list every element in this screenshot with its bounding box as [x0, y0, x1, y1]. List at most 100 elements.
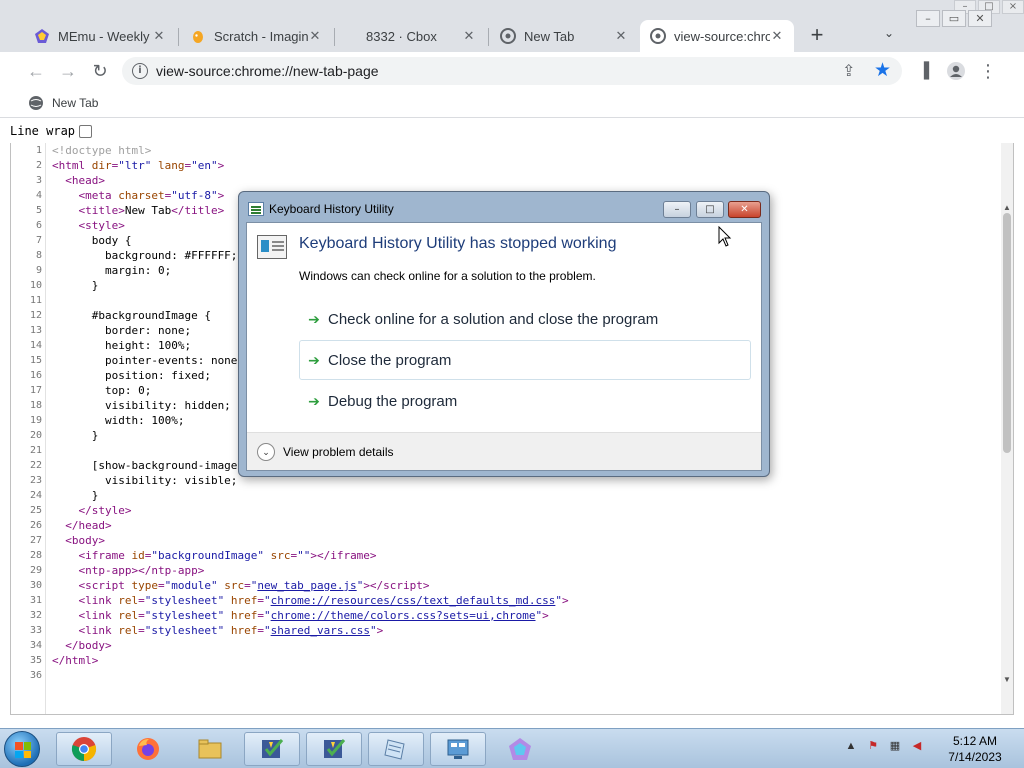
taskbar-notepad[interactable]: [368, 732, 424, 766]
scroll-down-icon[interactable]: ▼: [1003, 675, 1011, 684]
minimize-button[interactable]: –: [916, 10, 940, 27]
source-link[interactable]: shared_vars.css: [271, 624, 370, 637]
line-number: 36: [29, 670, 42, 681]
taskbar-memu[interactable]: [492, 732, 548, 766]
memu-icon: [509, 738, 531, 760]
close-tab-icon[interactable]: ✕: [614, 28, 628, 44]
line-number: 25: [29, 505, 42, 516]
code-line: </head>: [65, 519, 112, 532]
profile-avatar-icon[interactable]: [946, 61, 966, 81]
share-icon[interactable]: ⇪: [842, 61, 855, 81]
source-link[interactable]: new_tab_page.js: [257, 579, 356, 592]
tab-separator: [488, 28, 489, 46]
line-number: 23: [29, 475, 42, 486]
source-link[interactable]: chrome://theme/colors.css?sets=ui,chrome: [271, 609, 536, 622]
line-number: 15: [29, 355, 42, 366]
line-number: 22: [29, 460, 42, 471]
back-arrow-icon[interactable]: ←: [26, 61, 46, 81]
line-number: 29: [29, 565, 42, 576]
line-number: 12: [29, 310, 42, 321]
expand-chevron-icon[interactable]: ⌄: [257, 442, 275, 461]
code-line: <body>: [65, 534, 105, 547]
close-tab-icon[interactable]: ✕: [308, 28, 322, 44]
taskbar-control-panel[interactable]: [430, 732, 486, 766]
tab-new-tab[interactable]: New Tab ✕: [490, 20, 638, 52]
line-number: 8: [35, 250, 42, 261]
close-window-button[interactable]: ✕: [968, 10, 992, 27]
site-info-icon[interactable]: i: [132, 63, 148, 79]
bookmark-star-icon[interactable]: ★: [874, 59, 891, 82]
line-number: 5: [35, 205, 42, 216]
window-controls: – ▭ ✕: [916, 10, 992, 27]
taskbar-firefox[interactable]: [120, 732, 176, 766]
line-number: 1: [35, 145, 42, 156]
tab-view-source[interactable]: view-source:chrome ✕: [640, 20, 794, 52]
tab-cbox[interactable]: 8332 · Cbox ✕: [336, 20, 486, 52]
line-number: 9: [35, 265, 42, 276]
reload-icon[interactable]: ↻: [90, 61, 110, 81]
code-line: <head>: [65, 174, 105, 187]
close-program-option[interactable]: ➔ Close the program: [299, 340, 751, 380]
source-link[interactable]: chrome://resources/css/text_defaults_md.…: [271, 594, 556, 607]
windows-logo-icon: [15, 742, 31, 758]
network-icon[interactable]: ▦: [888, 739, 902, 753]
code-line: <!doctype html>: [52, 144, 152, 157]
line-number: 6: [35, 220, 42, 231]
code-line: <script type="module" src="new_tab_page.…: [78, 579, 430, 592]
show-hidden-icons-icon[interactable]: ▲: [844, 739, 858, 753]
taskbar-chrome[interactable]: [56, 732, 112, 766]
line-number: 21: [29, 445, 42, 456]
line-number: 14: [29, 340, 42, 351]
dialog-minimize-button[interactable]: –: [663, 201, 691, 218]
view-details-link[interactable]: View problem details: [283, 445, 394, 459]
line-number: 20: [29, 430, 42, 441]
bookmark-new-tab[interactable]: New Tab: [28, 95, 98, 111]
tab-separator: [334, 28, 335, 46]
line-number: 16: [29, 370, 42, 381]
close-tab-icon[interactable]: ✕: [770, 28, 784, 44]
code-line: <link rel="stylesheet" href="chrome://re…: [78, 594, 569, 607]
scrollbar-thumb[interactable]: [1003, 213, 1011, 453]
line-number: 34: [29, 640, 42, 651]
taskbar-keyboard-utility-1[interactable]: [244, 732, 300, 766]
taskbar-explorer[interactable]: [182, 732, 238, 766]
tab-scratch[interactable]: Scratch - Imagine ✕: [180, 20, 332, 52]
close-tab-icon[interactable]: ✕: [462, 28, 476, 44]
system-tray: ▲ ⚑ ▦ ◀: [844, 739, 924, 753]
check-online-option[interactable]: ➔ Check online for a solution and close …: [299, 299, 751, 339]
taskbar-keyboard-utility-2[interactable]: [306, 732, 362, 766]
line-number: 2: [35, 160, 42, 171]
line-wrap-checkbox[interactable]: [79, 124, 93, 138]
tab-separator: [178, 28, 179, 46]
notepad-icon: [384, 739, 405, 760]
tab-search-chevron-icon[interactable]: ⌄: [884, 26, 894, 40]
dialog-maximize-button[interactable]: □: [696, 201, 724, 218]
control-panel-icon: [447, 739, 469, 759]
side-panel-icon[interactable]: ▐: [914, 61, 934, 81]
clock[interactable]: 5:12 AM 7/14/2023: [940, 733, 1010, 765]
memu-icon: [34, 28, 50, 44]
volume-muted-icon[interactable]: ◀: [910, 739, 924, 753]
address-bar[interactable]: i view-source:chrome://new-tab-page ⇪ ★: [122, 57, 902, 85]
line-number: 17: [29, 385, 42, 396]
clock-time: 5:12 AM: [952, 734, 998, 748]
dialog-close-button[interactable]: ✕: [728, 201, 761, 218]
forward-arrow-icon[interactable]: →: [58, 61, 78, 81]
program-error-icon: [257, 235, 287, 259]
code-line: <link rel="stylesheet" href="shared_vars…: [78, 624, 384, 637]
menu-kebab-icon[interactable]: ⋮: [978, 61, 998, 81]
address-url[interactable]: view-source:chrome://new-tab-page: [156, 63, 379, 79]
code-line: <html dir="ltr" lang="en">: [52, 159, 225, 172]
line-number-gutter: 1 2 3 4 5 6 7 8 9 10 11 12 13 14 15 16 17 18 19 20 21 22 23 24 2…: [11, 143, 46, 714]
start-button[interactable]: [4, 731, 40, 767]
action-center-icon[interactable]: ⚑: [866, 739, 880, 753]
debug-program-option[interactable]: ➔ Debug the program: [299, 381, 751, 421]
dialog-footer: ⌄ View problem details: [247, 432, 761, 470]
tab-memu[interactable]: MEmu - Weekly ✕: [24, 20, 176, 52]
maximize-button[interactable]: ▭: [942, 10, 966, 27]
vertical-scrollbar[interactable]: ▲ ▼: [1001, 143, 1013, 714]
close-tab-icon[interactable]: ✕: [152, 28, 166, 44]
line-number: 26: [29, 520, 42, 531]
scroll-up-icon[interactable]: ▲: [1003, 203, 1011, 212]
new-tab-button[interactable]: +: [806, 24, 828, 46]
